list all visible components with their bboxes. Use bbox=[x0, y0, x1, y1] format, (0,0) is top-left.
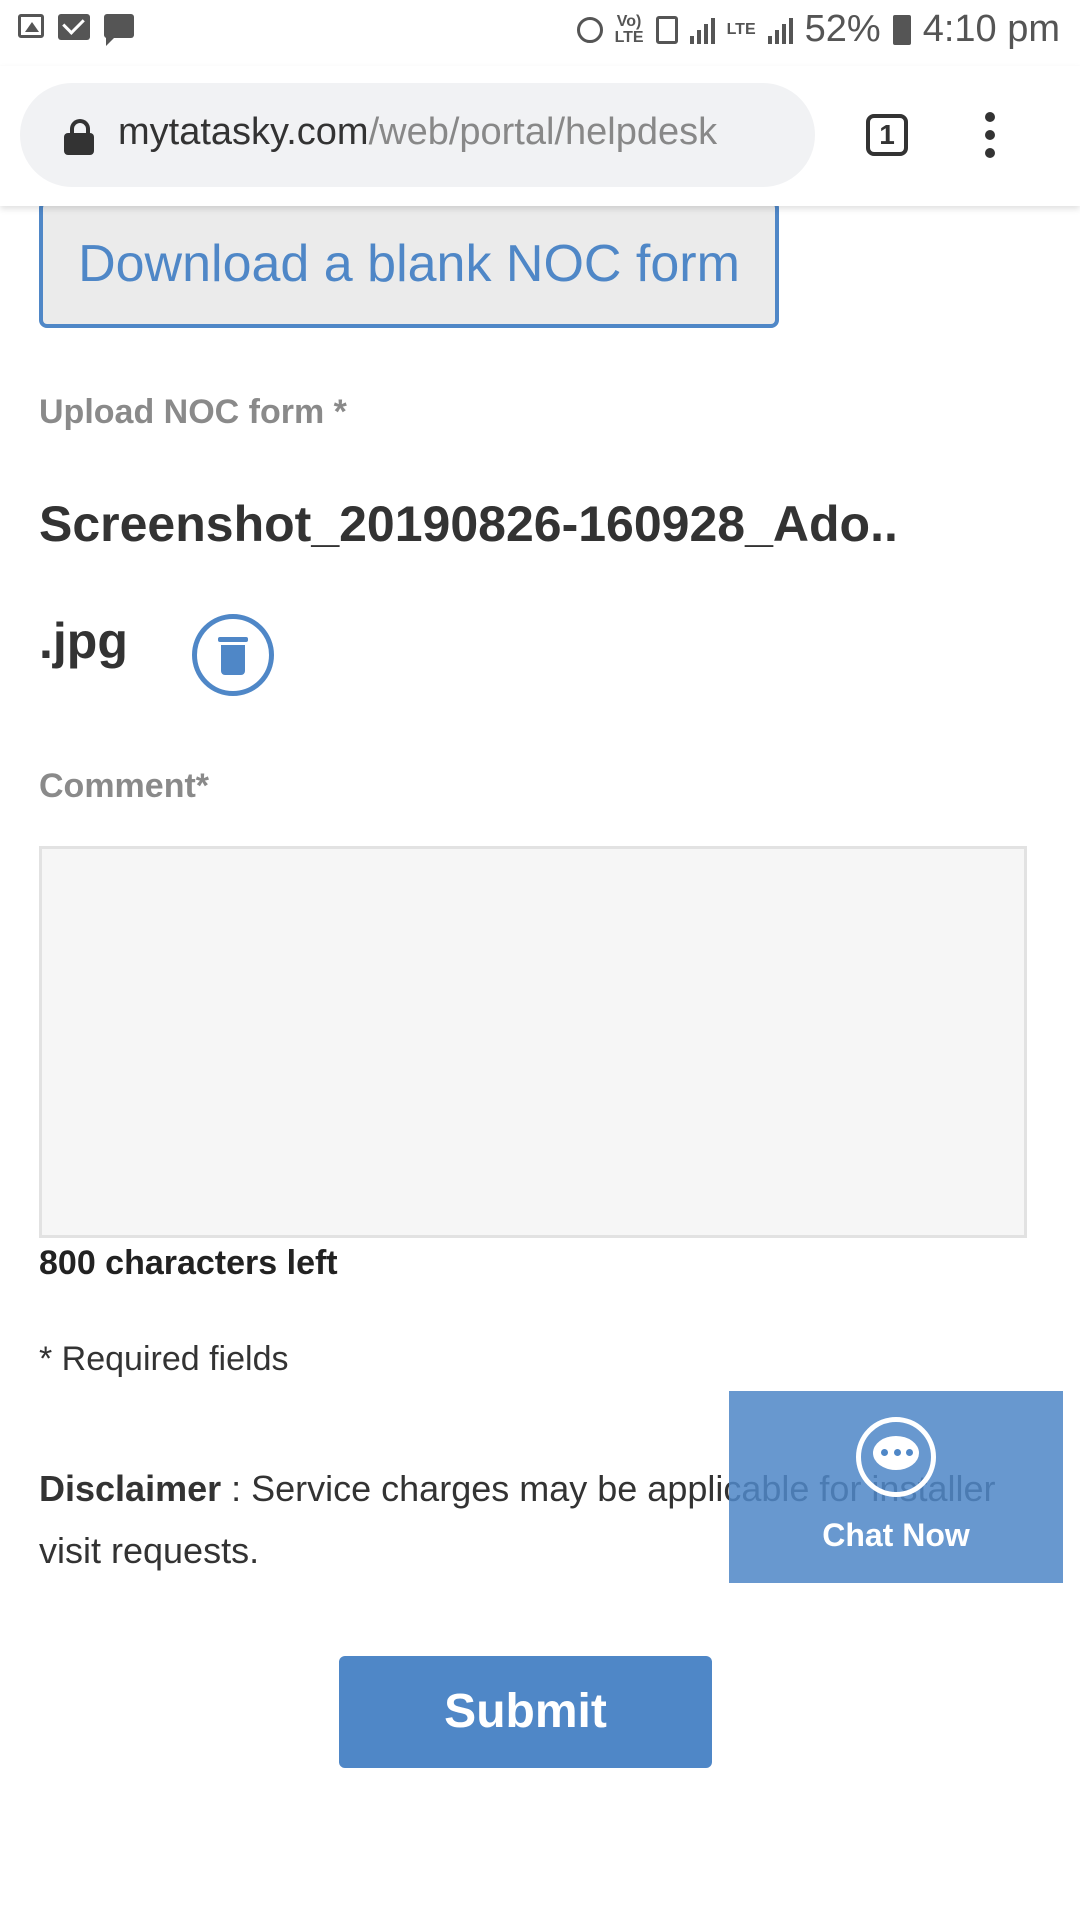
comment-textarea[interactable] bbox=[39, 846, 1027, 1238]
mail-icon bbox=[58, 14, 90, 40]
chat-now-widget[interactable]: Chat Now bbox=[729, 1391, 1063, 1583]
characters-left-counter: 800 characters left bbox=[39, 1244, 338, 1282]
clock: 4:10 pm bbox=[922, 8, 1060, 50]
sim-icon bbox=[655, 15, 678, 44]
trash-icon bbox=[218, 637, 248, 675]
url-text[interactable]: mytatasky.com/web/portal/helpdesk bbox=[118, 111, 717, 154]
tab-switcher-button[interactable]: 1 bbox=[866, 114, 908, 156]
notification-icons bbox=[18, 14, 134, 46]
status-bar: Vo) LTE LTE 52% 4:10 pm bbox=[0, 0, 1080, 66]
lock-icon[interactable] bbox=[64, 119, 94, 155]
delete-file-button[interactable] bbox=[192, 614, 274, 696]
lte-indicator: LTE bbox=[726, 20, 756, 38]
chat-now-label: Chat Now bbox=[822, 1517, 970, 1553]
chat-bubble-icon bbox=[856, 1417, 936, 1497]
uploaded-file-name: Screenshot_20190826-160928_Ado.. bbox=[39, 496, 898, 552]
message-icon bbox=[104, 14, 134, 46]
signal-icon-2 bbox=[767, 16, 793, 44]
battery-percent: 52% bbox=[804, 8, 881, 50]
download-noc-form-button[interactable]: Download a blank NOC form bbox=[39, 200, 779, 328]
battery-icon bbox=[892, 14, 911, 45]
system-indicators: Vo) LTE LTE 52% 4:10 pm bbox=[576, 8, 1060, 51]
address-bar[interactable]: mytatasky.com/web/portal/helpdesk bbox=[20, 83, 815, 187]
required-fields-note: * Required fields bbox=[39, 1340, 289, 1378]
signal-icon bbox=[689, 16, 715, 44]
url-path: /web/portal/helpdesk bbox=[368, 111, 718, 153]
browser-toolbar: mytatasky.com/web/portal/helpdesk 1 bbox=[0, 66, 1080, 206]
uploaded-file-extension: .jpg bbox=[39, 613, 128, 669]
comment-label: Comment* bbox=[39, 767, 210, 805]
disclaimer-label: Disclaimer bbox=[39, 1468, 222, 1509]
alarm-icon bbox=[576, 16, 603, 43]
url-host: mytatasky.com bbox=[118, 111, 369, 153]
upload-noc-label: Upload NOC form * bbox=[39, 393, 347, 431]
submit-button[interactable]: Submit bbox=[339, 1656, 712, 1768]
volte-indicator: Vo) LTE bbox=[614, 12, 644, 46]
more-options-icon[interactable] bbox=[980, 112, 1000, 162]
image-icon bbox=[18, 14, 44, 38]
